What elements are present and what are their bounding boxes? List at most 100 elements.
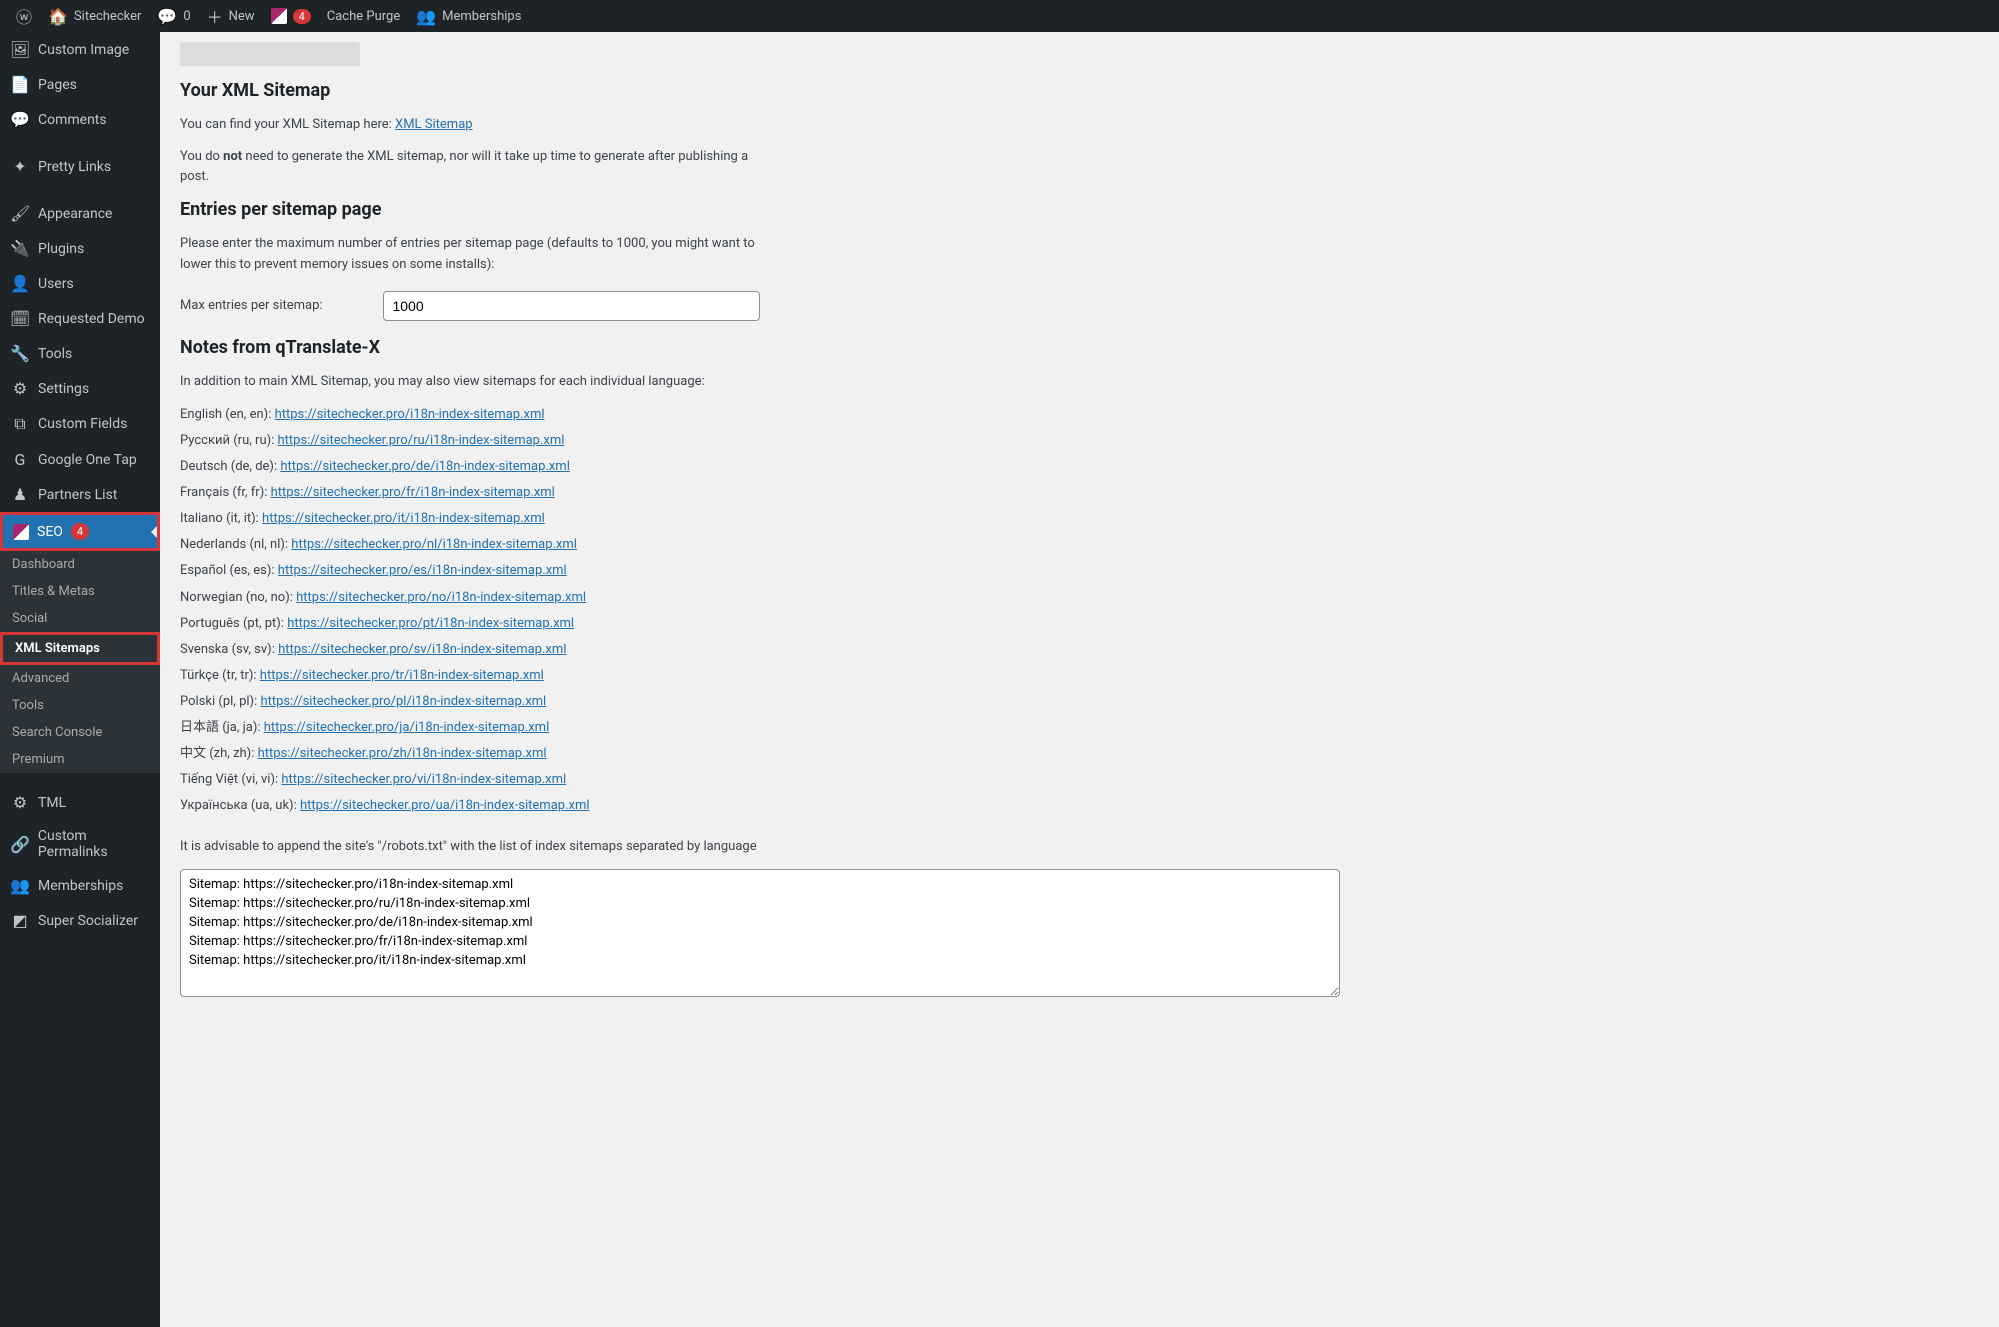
language-sitemap-link[interactable]: https://sitechecker.pro/vi/i18n-index-si… bbox=[281, 772, 566, 787]
sidebar-item-label: Settings bbox=[38, 381, 89, 397]
p-find-sitemap: You can find your XML Sitemap here: XML … bbox=[180, 115, 760, 135]
sidebar-item-custom-permalinks[interactable]: 🔗Custom Permalinks bbox=[0, 820, 160, 868]
language-sitemap-item: Italiano (it, it): https://sitechecker.p… bbox=[180, 508, 1340, 530]
new-content-link[interactable]: ＋New bbox=[199, 0, 263, 32]
language-sitemap-link[interactable]: https://sitechecker.pro/i18n-index-sitem… bbox=[275, 407, 545, 422]
site-name-link[interactable]: 🏠Sitechecker bbox=[40, 0, 149, 32]
memberships-link[interactable]: 👥Memberships bbox=[408, 0, 529, 32]
sidebar-item-custom-image[interactable]: 🖼Custom Image bbox=[0, 32, 160, 67]
menu-icon: G bbox=[10, 450, 30, 469]
sidebar-item-pretty-links[interactable]: ✦Pretty Links bbox=[0, 149, 160, 184]
robots-textarea[interactable] bbox=[180, 869, 1340, 996]
submenu-item-premium[interactable]: Premium bbox=[0, 746, 160, 773]
language-sitemap-link[interactable]: https://sitechecker.pro/ru/i18n-index-si… bbox=[278, 433, 565, 448]
language-sitemap-item: Português (pt, pt): https://sitechecker.… bbox=[180, 613, 1340, 635]
sidebar-item-label: SEO bbox=[37, 524, 63, 540]
submenu-item-titles-metas[interactable]: Titles & Metas bbox=[0, 578, 160, 605]
sidebar-item-tml[interactable]: ⚙TML bbox=[0, 785, 160, 820]
language-sitemap-link[interactable]: https://sitechecker.pro/it/i18n-index-si… bbox=[262, 511, 545, 526]
yoast-bar-link[interactable]: 4 bbox=[263, 0, 319, 32]
menu-icon: 🔌 bbox=[10, 239, 30, 258]
sidebar-item-custom-fields[interactable]: ⧉Custom Fields bbox=[0, 406, 160, 442]
sidebar-item-label: TML bbox=[38, 795, 66, 811]
link-xml-sitemap[interactable]: XML Sitemap bbox=[395, 117, 473, 132]
language-sitemap-link[interactable]: https://sitechecker.pro/fr/i18n-index-si… bbox=[271, 485, 555, 500]
sidebar-item-label: Pages bbox=[38, 77, 77, 93]
sidebar-item-users[interactable]: 👤Users bbox=[0, 266, 160, 301]
language-sitemap-link[interactable]: https://sitechecker.pro/nl/i18n-index-si… bbox=[291, 537, 577, 552]
wp-logo[interactable]: ⓦ bbox=[8, 0, 40, 32]
menu-icon: 📄 bbox=[10, 75, 30, 94]
language-sitemap-item: English (en, en): https://sitechecker.pr… bbox=[180, 404, 1340, 426]
language-sitemap-item: Français (fr, fr): https://sitechecker.p… bbox=[180, 482, 1340, 504]
sidebar-item-label: Custom Fields bbox=[38, 416, 127, 432]
language-sitemap-link[interactable]: https://sitechecker.pro/sv/i18n-index-si… bbox=[278, 642, 566, 657]
sidebar-item-label: Memberships bbox=[38, 878, 123, 894]
p-robots-advice: It is advisable to append the site's "/r… bbox=[180, 837, 1340, 857]
comment-icon: 💬 bbox=[157, 7, 177, 26]
language-sitemap-link[interactable]: https://sitechecker.pro/no/i18n-index-si… bbox=[296, 590, 586, 605]
menu-icon: 🔗 bbox=[10, 835, 30, 854]
language-label: English (en, en): bbox=[180, 407, 275, 422]
language-sitemap-link[interactable]: https://sitechecker.pro/ua/i18n-index-si… bbox=[300, 798, 590, 813]
language-label: Deutsch (de, de): bbox=[180, 459, 280, 474]
submenu-item-social[interactable]: Social bbox=[0, 605, 160, 632]
yoast-icon bbox=[13, 524, 29, 540]
language-sitemap-item: Türkçe (tr, tr): https://sitechecker.pro… bbox=[180, 665, 1340, 687]
label-max-entries: Max entries per sitemap: bbox=[180, 298, 353, 313]
tab-placeholder bbox=[180, 42, 360, 66]
xml-sitemaps-highlight: XML Sitemaps bbox=[0, 632, 160, 665]
sidebar-item-settings[interactable]: ⚙ Settings bbox=[0, 371, 160, 406]
submenu-item-dashboard[interactable]: Dashboard bbox=[0, 551, 160, 578]
sidebar-item-comments[interactable]: 💬Comments bbox=[0, 102, 160, 137]
menu-icon: ⚙ bbox=[10, 379, 30, 398]
language-sitemap-item: 日本語 (ja, ja): https://sitechecker.pro/ja… bbox=[180, 717, 1340, 739]
submenu-item-search-console[interactable]: Search Console bbox=[0, 719, 160, 746]
language-sitemap-link[interactable]: https://sitechecker.pro/zh/i18n-index-si… bbox=[258, 746, 547, 761]
language-label: 中文 (zh, zh): bbox=[180, 746, 258, 761]
sidebar-item-label: Tools bbox=[38, 346, 72, 362]
sidebar-item-super-socializer[interactable]: ◩Super Socializer bbox=[0, 903, 160, 938]
language-label: Italiano (it, it): bbox=[180, 511, 262, 526]
language-sitemap-link[interactable]: https://sitechecker.pro/de/i18n-index-si… bbox=[280, 459, 570, 474]
comments-link[interactable]: 💬0 bbox=[149, 0, 198, 32]
sidebar-item-requested-demo[interactable]: 🗓Requested Demo bbox=[0, 301, 160, 336]
sidebar-item-label: Plugins bbox=[38, 241, 84, 257]
language-label: Polski (pl, pl): bbox=[180, 694, 260, 709]
language-sitemap-link[interactable]: https://sitechecker.pro/tr/i18n-index-si… bbox=[260, 668, 544, 683]
input-max-entries[interactable] bbox=[383, 291, 760, 321]
language-sitemap-list: English (en, en): https://sitechecker.pr… bbox=[180, 404, 1340, 818]
sidebar-item-label: Custom Image bbox=[38, 42, 129, 58]
language-label: Svenska (sv, sv): bbox=[180, 642, 278, 657]
language-label: Tiếng Việt (vi, vi): bbox=[180, 772, 281, 787]
menu-icon: ♟ bbox=[10, 485, 30, 504]
sidebar-item-label: Appearance bbox=[38, 206, 112, 222]
submenu-item-xml-sitemaps[interactable]: XML Sitemaps bbox=[3, 635, 157, 662]
language-sitemap-link[interactable]: https://sitechecker.pro/pl/i18n-index-si… bbox=[260, 694, 546, 709]
heading-notes: Notes from qTranslate-X bbox=[180, 337, 760, 358]
sidebar-item-pages[interactable]: 📄 Pages bbox=[0, 67, 160, 102]
seo-submenu: DashboardTitles & MetasSocial XML Sitemap… bbox=[0, 551, 160, 773]
row-max-entries: Max entries per sitemap: bbox=[180, 291, 760, 321]
menu-icon: 🔧 bbox=[10, 344, 30, 363]
cache-purge-link[interactable]: Cache Purge bbox=[319, 0, 408, 32]
language-sitemap-item: Español (es, es): https://sitechecker.pr… bbox=[180, 560, 1340, 582]
sidebar-item-partners-list[interactable]: ♟Partners List bbox=[0, 477, 160, 512]
sidebar-item-seo[interactable]: SEO 4 bbox=[3, 515, 157, 548]
language-sitemap-link[interactable]: https://sitechecker.pro/es/i18n-index-si… bbox=[278, 563, 567, 578]
sidebar-item-plugins[interactable]: 🔌 Plugins bbox=[0, 231, 160, 266]
admin-sidebar: 🖼Custom Image 📄 Pages 💬Comments ✦Pretty Link… bbox=[0, 32, 160, 1327]
submenu-item-tools[interactable]: Tools bbox=[0, 692, 160, 719]
language-sitemap-link[interactable]: https://sitechecker.pro/ja/i18n-index-si… bbox=[264, 720, 550, 735]
p-notes-desc: In addition to main XML Sitemap, you may… bbox=[180, 372, 760, 392]
sidebar-item-google-one-tap[interactable]: GGoogle One Tap bbox=[0, 442, 160, 477]
sidebar-item-tools[interactable]: 🔧 Tools bbox=[0, 336, 160, 371]
submenu-item-advanced[interactable]: Advanced bbox=[0, 665, 160, 692]
sidebar-item-appearance[interactable]: 🖌Appearance bbox=[0, 196, 160, 231]
new-label: New bbox=[229, 9, 255, 24]
sidebar-item-label: Users bbox=[38, 276, 74, 292]
comments-count: 0 bbox=[183, 9, 190, 24]
yoast-badge: 4 bbox=[293, 9, 311, 24]
language-sitemap-link[interactable]: https://sitechecker.pro/pt/i18n-index-si… bbox=[287, 616, 574, 631]
sidebar-item-memberships[interactable]: 👥Memberships bbox=[0, 868, 160, 903]
